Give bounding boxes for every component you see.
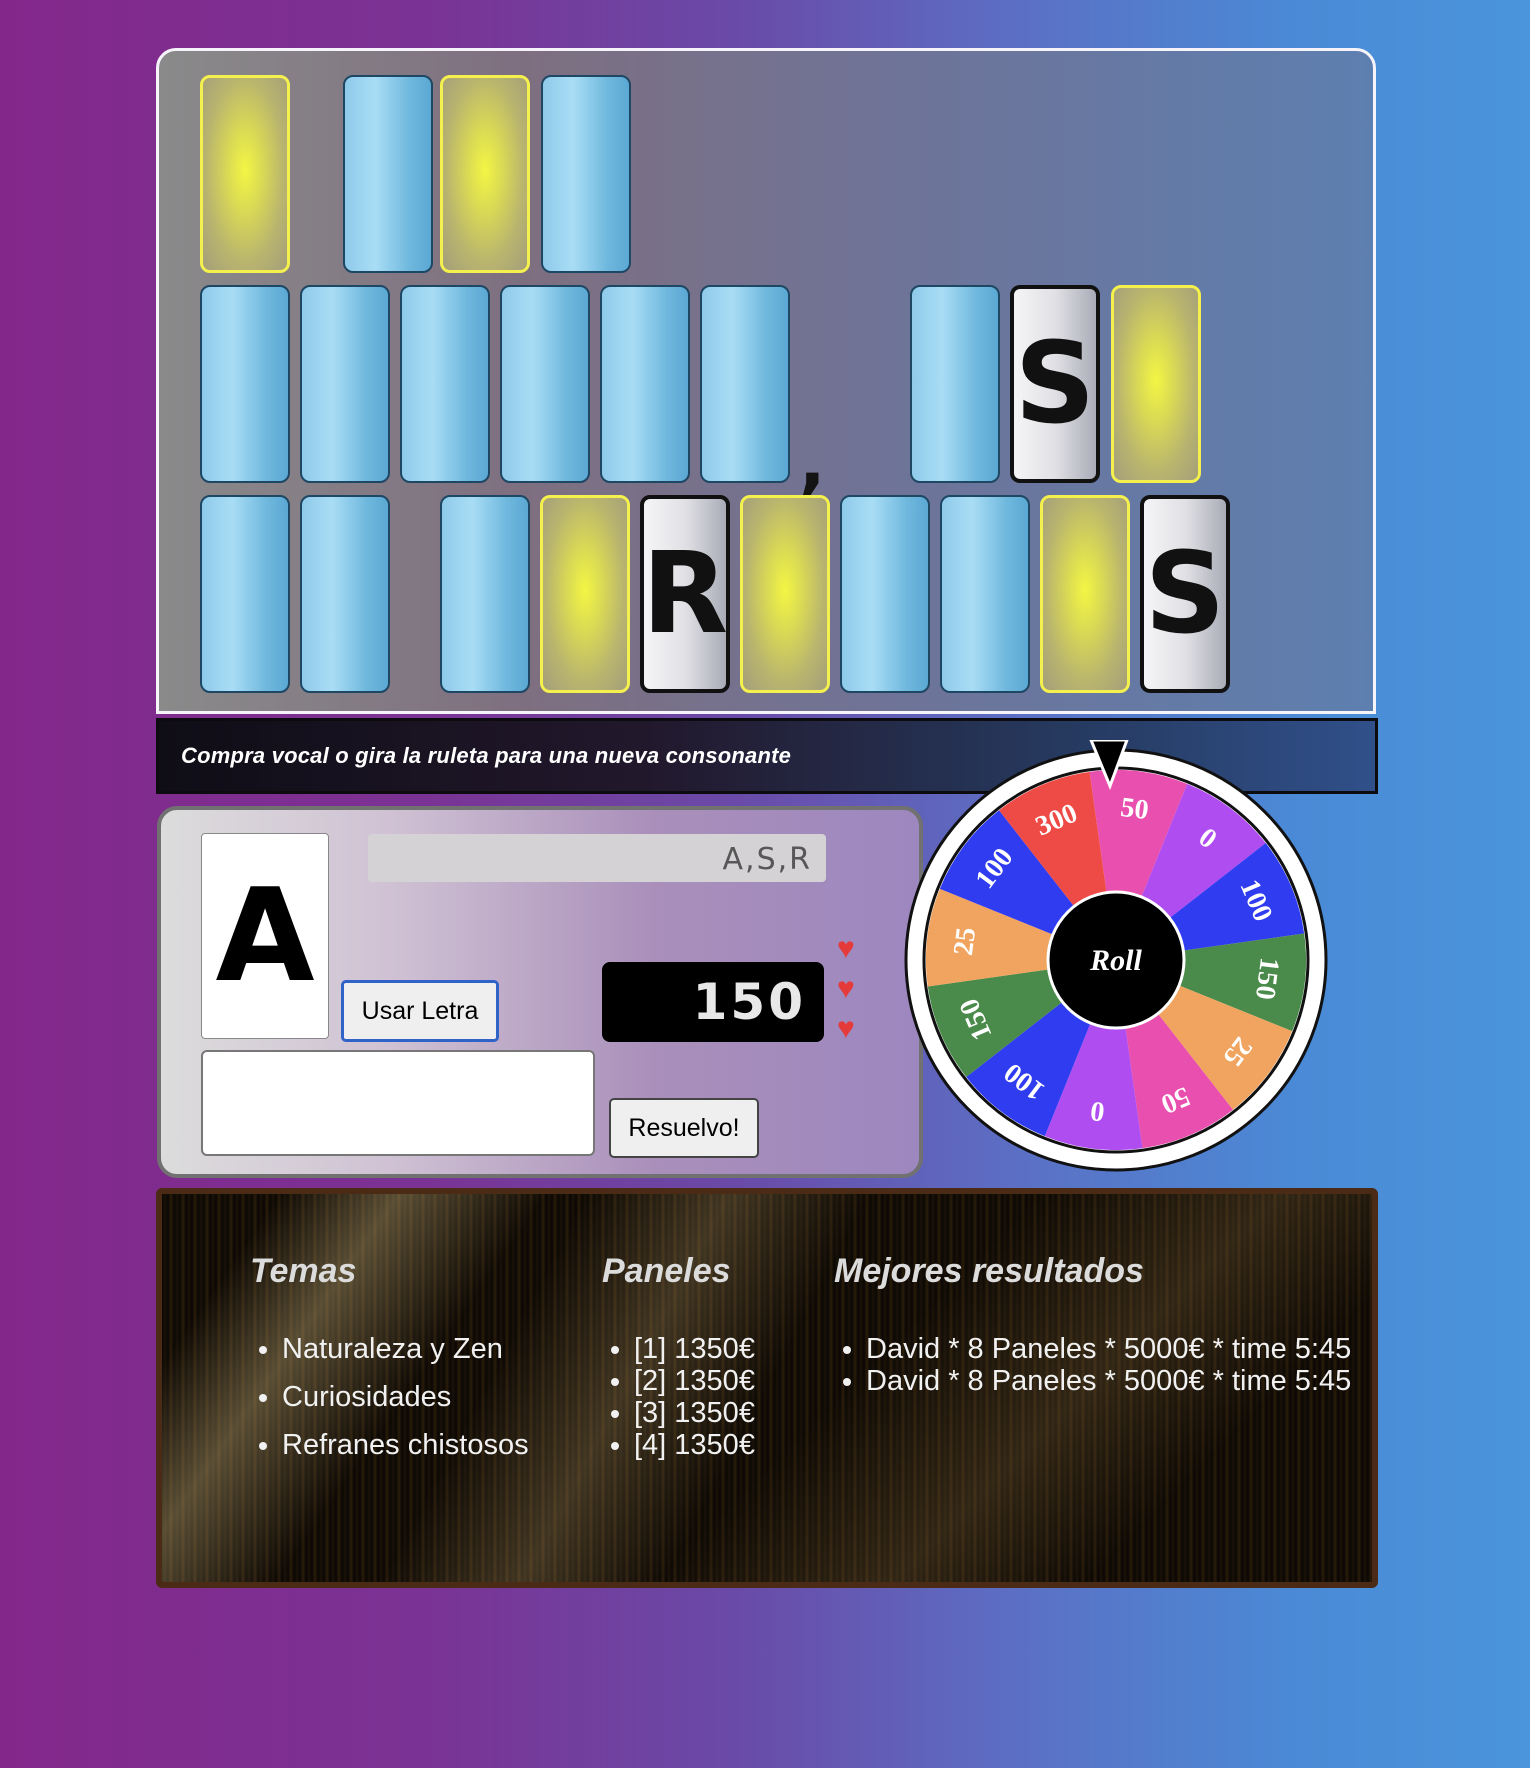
use-letter-button[interactable]: Usar Letra xyxy=(341,980,499,1042)
heart-icon: ♥ xyxy=(837,972,855,1005)
panel-item: [1] 1350€ xyxy=(634,1333,755,1365)
stats-panel: Temas Naturaleza y Zen Curiosidades Refr… xyxy=(156,1188,1378,1588)
board-tile xyxy=(1111,285,1201,483)
roll-label: Roll xyxy=(1089,944,1142,977)
wheel-segment-label: 25 xyxy=(948,926,982,958)
board-tile xyxy=(343,75,433,273)
puzzle-board: , S R S xyxy=(156,48,1376,714)
board-tile xyxy=(540,495,630,693)
tema-item[interactable]: Naturaleza y Zen xyxy=(282,1333,529,1366)
board-tile xyxy=(541,75,631,273)
heart-icon: ♥ xyxy=(837,1012,855,1045)
used-letters-display: A,S,R xyxy=(368,834,826,882)
best-result-item: David * 8 Paneles * 5000€ * time 5:45 xyxy=(866,1365,1351,1397)
current-letter-card: A xyxy=(201,833,329,1039)
wheel-segment-label: 50 xyxy=(1119,792,1151,826)
board-tile xyxy=(300,495,390,693)
board-tile xyxy=(940,495,1030,693)
tema-item[interactable]: Curiosidades xyxy=(282,1381,529,1414)
panel-item: [2] 1350€ xyxy=(634,1365,755,1397)
paneles-column: Paneles [1] 1350€ [2] 1350€ [3] 1350€ [4… xyxy=(602,1252,755,1461)
player-controls: A A,S,R Usar Letra 150 ♥ ♥ ♥ Resuelvo! xyxy=(157,806,923,1178)
best-results-column: Mejores resultados David * 8 Paneles * 5… xyxy=(834,1252,1351,1397)
board-tile xyxy=(400,285,490,483)
board-tile xyxy=(840,495,930,693)
board-tile-revealed: S xyxy=(1140,495,1230,693)
panel-item: [3] 1350€ xyxy=(634,1397,755,1429)
score-display: 150 xyxy=(602,962,824,1042)
board-tile xyxy=(910,285,1000,483)
best-results-title: Mejores resultados xyxy=(834,1252,1144,1290)
best-result-item: David * 8 Paneles * 5000€ * time 5:45 xyxy=(866,1333,1351,1365)
board-tile xyxy=(600,285,690,483)
board-tile xyxy=(200,75,290,273)
board-tile xyxy=(200,495,290,693)
board-tile xyxy=(440,75,530,273)
board-tile xyxy=(1040,495,1130,693)
heart-icon: ♥ xyxy=(837,932,855,965)
board-tile xyxy=(300,285,390,483)
board-tile-revealed: S xyxy=(1010,285,1100,483)
temas-title: Temas xyxy=(250,1252,357,1290)
board-punctuation: , xyxy=(799,421,826,503)
game-message: Compra vocal o gira la ruleta para una n… xyxy=(181,743,792,768)
board-tile xyxy=(200,285,290,483)
tema-item[interactable]: Refranes chistosos xyxy=(282,1429,529,1462)
solve-button[interactable]: Resuelvo! xyxy=(609,1098,759,1158)
solve-answer-input[interactable] xyxy=(201,1050,595,1156)
paneles-title: Paneles xyxy=(602,1252,731,1290)
board-tile xyxy=(500,285,590,483)
board-tile xyxy=(700,285,790,483)
board-tile xyxy=(740,495,830,693)
wheel-segment-label: 150 xyxy=(1249,956,1285,1001)
prize-wheel[interactable]: 5001001502550010015025100300 Roll xyxy=(904,740,1328,1180)
board-tile xyxy=(440,495,530,693)
temas-column: Temas Naturaleza y Zen Curiosidades Refr… xyxy=(250,1252,529,1477)
panel-item: [4] 1350€ xyxy=(634,1429,755,1461)
board-tile-revealed: R xyxy=(640,495,730,693)
